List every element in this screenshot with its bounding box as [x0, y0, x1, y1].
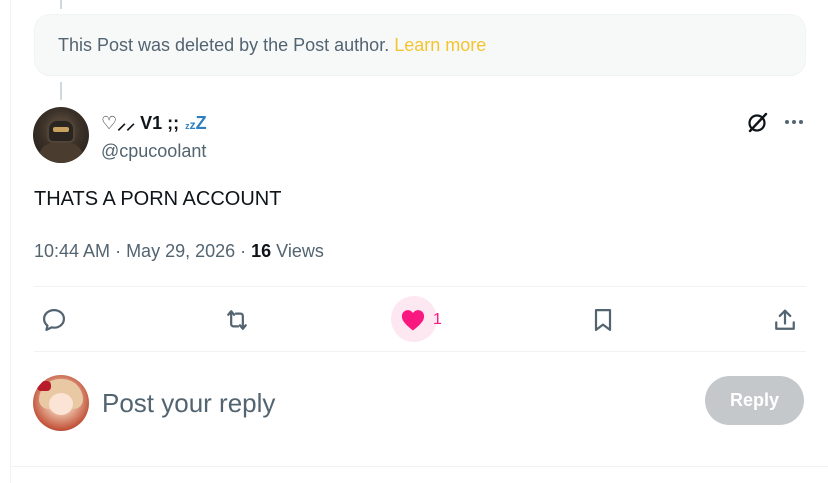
like-button[interactable]: 1 [391, 296, 442, 342]
divider [10, 466, 828, 467]
heart-icon [401, 310, 425, 331]
share-icon [775, 309, 795, 330]
bookmark-button[interactable] [589, 305, 617, 335]
reply-submit-button[interactable]: Reply [705, 376, 804, 425]
author-avatar[interactable] [33, 107, 89, 163]
repost-icon [227, 310, 247, 330]
reply-button[interactable] [40, 305, 68, 335]
post-meta: 10:44 AM · May 29, 2026 · 16 Views [34, 241, 324, 262]
grok-icon[interactable] [746, 110, 770, 134]
reply-icon [42, 308, 66, 332]
share-button[interactable] [771, 305, 799, 335]
author-display-name[interactable]: ♡⸝⸝ V1 ;; zzZ [101, 111, 207, 135]
thread-line [60, 0, 62, 9]
user-avatar[interactable] [33, 375, 89, 431]
deleted-notice-text: This Post was deleted by the Post author… [58, 34, 390, 55]
bookmark-icon [594, 308, 612, 332]
divider [34, 351, 806, 352]
post-time[interactable]: 10:44 AM [34, 241, 110, 262]
views-label: Views [276, 241, 324, 261]
thread-line [60, 82, 62, 100]
meta-separator: · [115, 241, 122, 261]
meta-separator: · [240, 241, 247, 261]
post-date[interactable]: May 29, 2026 [126, 241, 235, 262]
more-options-icon[interactable] [782, 110, 806, 134]
author-handle[interactable]: @cpucoolant [101, 141, 206, 162]
deleted-post-notice: This Post was deleted by the Post author… [34, 14, 806, 76]
reply-input[interactable] [102, 385, 662, 421]
divider [34, 286, 806, 287]
post-text: THATS A PORN ACCOUNT [34, 188, 282, 210]
like-count: 1 [433, 311, 442, 328]
timeline-border [10, 0, 11, 483]
sleeping-emoji: zzZ [185, 113, 207, 133]
views-count: 16 [251, 241, 272, 261]
learn-more-link[interactable]: Learn more [394, 35, 486, 56]
repost-button[interactable] [223, 305, 251, 335]
